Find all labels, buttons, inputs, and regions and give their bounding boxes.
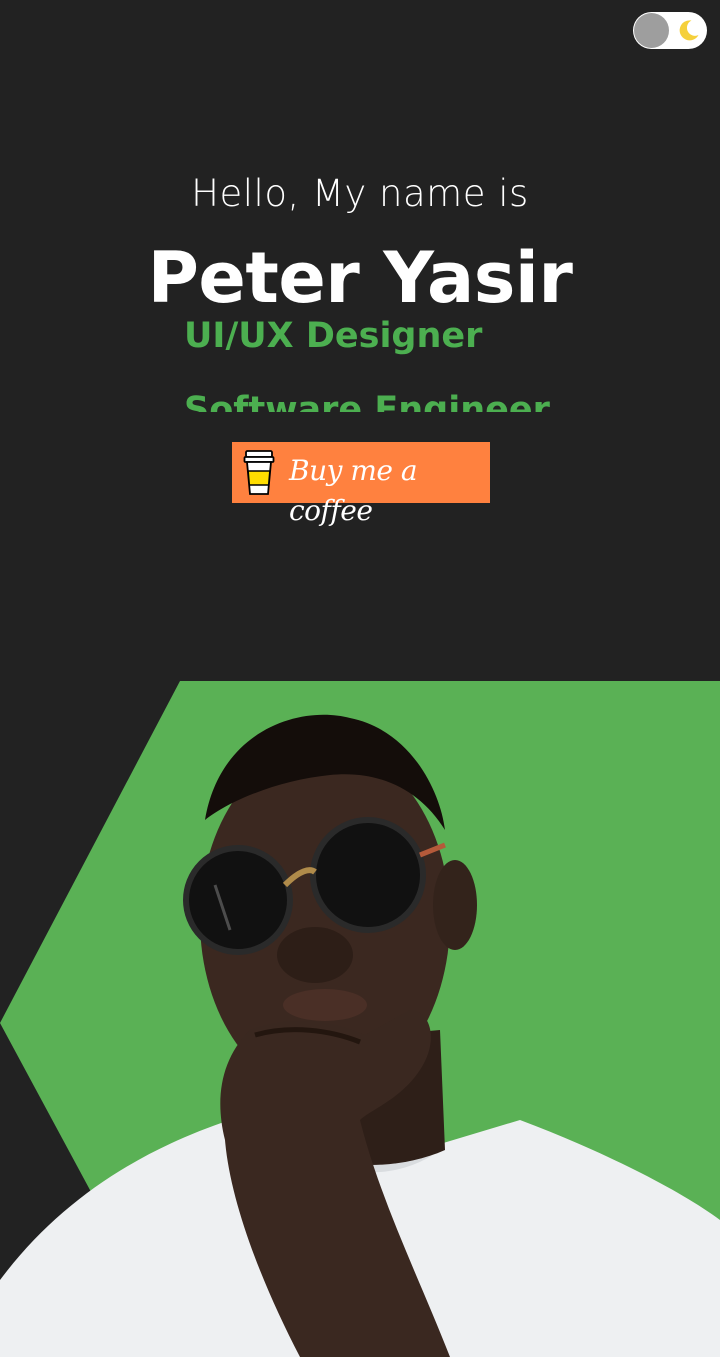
buy-me-a-coffee-button[interactable]: Buy me a coffee <box>232 442 490 527</box>
coffee-cup-icon <box>243 450 275 495</box>
portrait-photo <box>0 681 720 1357</box>
landing-page: Hello, My name is Peter Yasir UI/UX Desi… <box>0 0 720 1357</box>
sunglasses-left-lens <box>183 845 293 955</box>
moon-icon <box>679 20 699 41</box>
sunglasses-right-lens <box>310 817 426 933</box>
coffee-button-label: Buy me a coffee <box>289 454 418 527</box>
greeting-text: Hello, My name is <box>191 172 529 215</box>
toggle-knob <box>634 13 669 48</box>
hero-name: Peter Yasir <box>147 237 573 319</box>
role-text: Software Engineer <box>184 390 550 412</box>
role-text: UI/UX Designer <box>184 320 483 356</box>
roles-rotator: UI/UX Designer Software Engineer <box>184 320 584 412</box>
theme-toggle[interactable] <box>633 12 707 49</box>
